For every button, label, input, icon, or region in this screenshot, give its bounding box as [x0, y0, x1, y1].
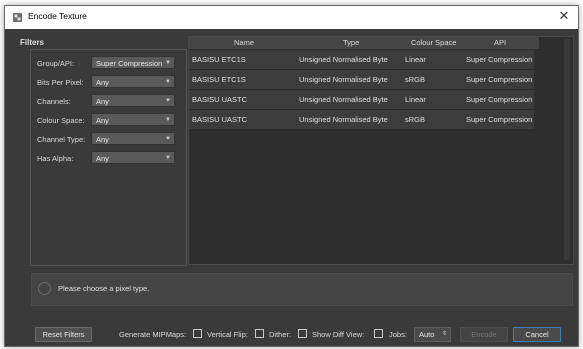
info-bar: Please choose a pixel type. [31, 273, 573, 306]
bottom-bar: Reset Filters Generate MIPMaps: Vertical… [35, 327, 575, 345]
cell-colour-space: Linear [405, 95, 426, 104]
column-header-type[interactable]: Type [343, 38, 359, 47]
info-icon [38, 282, 51, 295]
jobs-label: Jobs: [389, 330, 407, 339]
column-header-colour-space[interactable]: Colour Space [411, 38, 456, 47]
dither-checkbox[interactable] [298, 329, 307, 338]
info-message: Please choose a pixel type. [58, 284, 150, 293]
chevron-down-icon: ▼ [165, 136, 171, 142]
jobs-spinbox[interactable]: Auto ⇕ [414, 327, 451, 342]
cell-name: BASISU UASTC [192, 115, 248, 124]
mipmaps-label: Generate MIPMaps: [119, 330, 187, 339]
cell-type: Unsigned Normalised Byte [299, 55, 388, 64]
filter-channel-type-combo[interactable]: Any ▼ [91, 132, 175, 145]
chevron-down-icon: ▼ [165, 79, 171, 85]
cancel-button[interactable]: Cancel [513, 327, 561, 342]
filters-title: Filters [20, 38, 45, 47]
encode-button[interactable]: Encode [460, 327, 508, 342]
filter-group-api-value: Super Compression [96, 59, 163, 68]
filter-channels-value: Any [96, 97, 109, 106]
filter-label-group-api: Group/API: [37, 59, 75, 68]
cell-type: Unsigned Normalised Byte [299, 95, 388, 104]
table-row[interactable]: BASISU ETC1S Unsigned Normalised Byte sR… [189, 70, 534, 90]
vertical-flip-checkbox[interactable] [255, 329, 264, 338]
filter-channel-type-value: Any [96, 135, 109, 144]
table-row[interactable]: BASISU UASTC Unsigned Normalised Byte sR… [189, 110, 534, 130]
spin-updown-icon[interactable]: ⇕ [442, 328, 447, 341]
show-diff-view-label: Show Diff View: [312, 330, 365, 339]
reset-filters-button[interactable]: Reset Filters [35, 327, 92, 342]
filter-has-alpha-value: Any [96, 154, 109, 163]
filter-label-channels: Channels: [37, 97, 71, 106]
filter-label-has-alpha: Has Alpha: [37, 154, 74, 163]
cell-type: Unsigned Normalised Byte [299, 75, 388, 84]
filter-bits-per-pixel-value: Any [96, 78, 109, 87]
show-diff-view-checkbox[interactable] [374, 329, 383, 338]
cell-name: BASISU ETC1S [192, 55, 246, 64]
encode-texture-dialog: Encode Texture ✕ Filters Group/API: Supe… [4, 5, 579, 347]
app-icon [13, 13, 22, 22]
cell-type: Unsigned Normalised Byte [299, 115, 388, 124]
chevron-down-icon: ▼ [165, 117, 171, 123]
filter-label-colour-space: Colour Space: [37, 116, 85, 125]
table-scrollbar[interactable] [564, 39, 570, 260]
column-header-name[interactable]: Name [234, 38, 254, 47]
table-header: Name Type Colour Space API [189, 37, 539, 49]
cell-name: BASISU ETC1S [192, 75, 246, 84]
chevron-down-icon: ▼ [165, 155, 171, 161]
jobs-value: Auto [419, 330, 435, 339]
column-header-api[interactable]: API [494, 38, 506, 47]
filter-colour-space-combo[interactable]: Any ▼ [91, 113, 175, 126]
cell-colour-space: Linear [405, 55, 426, 64]
cell-name: BASISU UASTC [192, 95, 248, 104]
cell-api: Super Compression [466, 55, 533, 64]
cell-api: Super Compression [466, 75, 533, 84]
chevron-down-icon: ▼ [165, 98, 171, 104]
filter-group-api-combo[interactable]: Super Compression ▼ [91, 56, 175, 69]
cell-colour-space: sRGB [405, 115, 426, 124]
window-title: Encode Texture [28, 11, 87, 21]
table-row[interactable]: BASISU UASTC Unsigned Normalised Byte Li… [189, 90, 534, 110]
filter-channels-combo[interactable]: Any ▼ [91, 94, 175, 107]
vertical-flip-label: Vertical Flip: [207, 330, 248, 339]
table-row[interactable]: BASISU ETC1S Unsigned Normalised Byte Li… [189, 50, 534, 70]
cell-api: Super Compression [466, 115, 533, 124]
title-bar: Encode Texture ✕ [5, 6, 578, 29]
filter-bits-per-pixel-combo[interactable]: Any ▼ [91, 75, 175, 88]
filter-colour-space-value: Any [96, 116, 109, 125]
chevron-down-icon: ▼ [165, 60, 171, 66]
mipmaps-checkbox[interactable] [193, 329, 202, 338]
cell-colour-space: sRGB [405, 75, 426, 84]
filter-label-bits-per-pixel: Bits Per Pixel: [37, 78, 84, 87]
close-button[interactable]: ✕ [555, 8, 573, 26]
cell-api: Super Compression [466, 95, 533, 104]
filter-has-alpha-combo[interactable]: Any ▼ [91, 151, 175, 164]
pixel-type-table[interactable]: Name Type Colour Space API BASISU ETC1S … [188, 36, 574, 265]
filter-label-channel-type: Channel Type: [37, 135, 86, 144]
dither-label: Dither: [269, 330, 292, 339]
